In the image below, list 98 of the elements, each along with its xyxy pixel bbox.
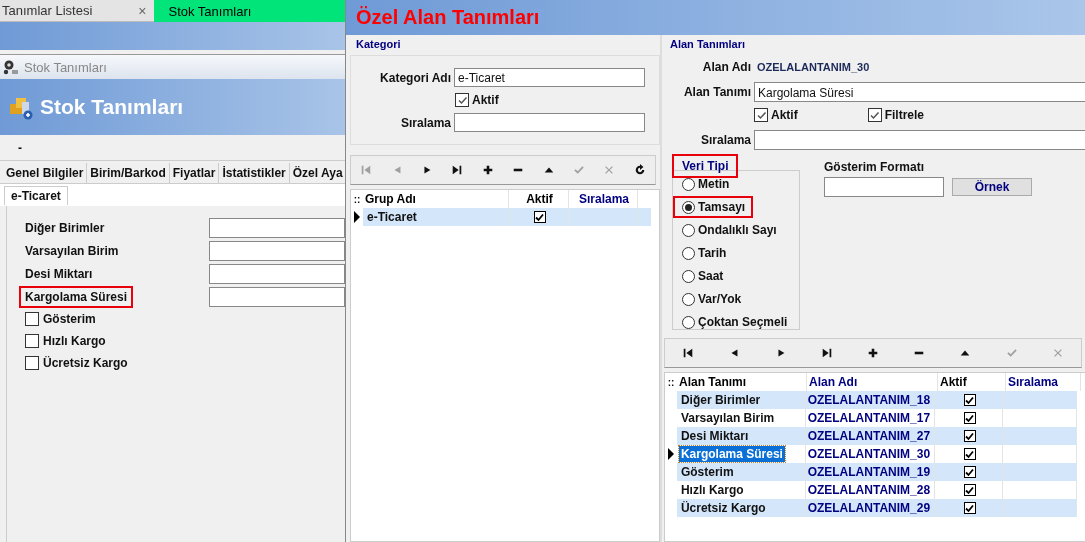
checkbox-label: Filtrele [884, 108, 925, 122]
first-record-icon [360, 164, 373, 176]
checkbox[interactable] [963, 466, 976, 478]
table-cell: OZELALANTANIM_19 [805, 463, 936, 481]
table-cell: Kargolama Süresi [678, 446, 785, 462]
checkbox-label: Hızlı Kargo [43, 334, 106, 348]
field-label: Alan Tanımı [682, 85, 751, 99]
group-legend: Alan Tanımları [664, 35, 1085, 52]
radio-option[interactable]: Tarih [673, 242, 735, 264]
checkmark-icon [1005, 347, 1018, 359]
input-field[interactable]: e-Ticaret [454, 68, 645, 87]
radio-button[interactable] [682, 292, 695, 306]
checkbox-label: Gösterim [43, 312, 96, 326]
group-legend: Kategori [350, 35, 660, 52]
table-cell: OZELALANTANIM_18 [805, 391, 936, 409]
field-label: Kategori Adı [379, 70, 451, 85]
page-tab[interactable]: Birim/Barkod [87, 163, 170, 183]
table-cell-text: Diğer Birimler [679, 392, 762, 408]
last-record-icon [820, 347, 833, 359]
refresh-icon [633, 164, 646, 176]
row-indicator-icon [667, 448, 674, 460]
radio-button[interactable] [682, 246, 695, 260]
field-label: Sıralama [399, 115, 451, 130]
radio-option[interactable]: Saat [673, 265, 732, 287]
input-field[interactable] [209, 217, 345, 238]
document-tab[interactable]: Stok Tanımları [154, 0, 345, 22]
checkbox[interactable] [754, 108, 768, 122]
checkbox[interactable] [963, 484, 976, 496]
table-cell-text: Desi Miktarı [679, 428, 750, 444]
page-title: Stok Tanımları [40, 95, 184, 119]
checkmark-icon [572, 164, 585, 176]
page-tab[interactable]: Genel Bilgiler [0, 163, 88, 183]
page-tab[interactable]: Fiyatlar [169, 163, 220, 183]
input-field[interactable] [754, 130, 1085, 150]
input-field[interactable] [209, 263, 345, 284]
first-record-icon [682, 347, 695, 359]
checkbox[interactable] [963, 502, 976, 514]
radio-button[interactable] [682, 223, 695, 237]
table-cell-text: e-Ticaret [366, 209, 418, 225]
sub-tab[interactable]: e-Ticaret [4, 186, 68, 205]
radio-button[interactable] [682, 200, 695, 214]
checkbox[interactable] [25, 312, 39, 326]
field-value: OZELALANTANIM_30 [757, 61, 870, 73]
checkbox-label: Ücretsiz Kargo [43, 356, 128, 370]
document-tab[interactable]: Tanımlar Listesi × [0, 0, 155, 22]
checkbox[interactable] [963, 394, 976, 406]
input-field[interactable] [209, 286, 345, 307]
radio-option[interactable]: Var/Yok [673, 288, 750, 310]
field-label: Diğer Birimler [24, 219, 106, 237]
input-field[interactable] [209, 240, 345, 261]
field-label: Gösterim Formatı [824, 160, 926, 174]
table-cell-text: Varsayılan Birim [679, 410, 776, 426]
table-row[interactable]: Desi Miktarı OZELALANTANIM_27 [665, 427, 1077, 445]
field-label: Varsayılan Birim [24, 242, 120, 260]
field-label: Kargolama Süresi [19, 285, 134, 308]
window-title: Stok Tanımları [24, 59, 107, 75]
table-row[interactable]: Ücretsiz Kargo OZELALANTANIM_29 [665, 499, 1077, 517]
field-label: Alan Adı [701, 60, 751, 74]
table-row[interactable]: e-Ticaret [351, 208, 651, 226]
gears-icon [3, 59, 19, 75]
grip-icon: :: [665, 376, 677, 388]
checkbox-label: Aktif [472, 93, 499, 107]
checkbox[interactable] [867, 108, 882, 122]
close-icon[interactable]: × [138, 2, 147, 19]
radio-button[interactable] [682, 269, 695, 283]
checkbox-label: Aktif [771, 108, 798, 122]
checkbox[interactable] [25, 356, 39, 370]
table-cell-text: Gösterim [679, 464, 735, 480]
checkbox[interactable] [25, 334, 39, 348]
checkbox[interactable] [963, 430, 976, 442]
page-tab[interactable]: İstatistikler [219, 163, 290, 183]
group-legend: Veri Tipi [672, 154, 739, 178]
radio-option[interactable]: Ondalıklı Sayı [673, 219, 785, 241]
table-row[interactable]: Gösterim OZELALANTANIM_19 [665, 463, 1077, 481]
radio-option[interactable]: Tamsayı [673, 196, 754, 218]
field-label: Sıralama [699, 133, 751, 147]
checkbox[interactable] [455, 93, 469, 107]
table-cell: OZELALANTANIM_29 [805, 499, 936, 517]
table-row[interactable]: Diğer Birimler OZELALANTANIM_18 [665, 391, 1077, 409]
table-cell-text: Hızlı Kargo [679, 482, 745, 498]
radio-button[interactable] [682, 315, 695, 329]
radio-option[interactable]: Çoktan Seçmeli [673, 311, 796, 333]
checkbox[interactable] [963, 448, 976, 460]
status-text: - [18, 140, 22, 155]
sample-button[interactable]: Örnek [952, 178, 1032, 196]
field-label: Desi Miktarı [24, 265, 94, 283]
input-field[interactable]: Kargolama Süresi [754, 82, 1085, 102]
last-record-icon [451, 164, 464, 176]
checkbox[interactable] [963, 412, 976, 424]
input-field[interactable] [454, 113, 645, 132]
dialog-title: Özel Alan Tanımları [356, 6, 540, 29]
table-cell-text: Ücretsiz Kargo [679, 500, 767, 516]
plus-icon [481, 164, 494, 176]
table-cell: OZELALANTANIM_27 [805, 427, 936, 445]
plus-icon [867, 347, 879, 359]
checkbox[interactable] [533, 211, 546, 223]
input-field[interactable] [824, 177, 944, 197]
grip-icon: :: [351, 193, 363, 205]
